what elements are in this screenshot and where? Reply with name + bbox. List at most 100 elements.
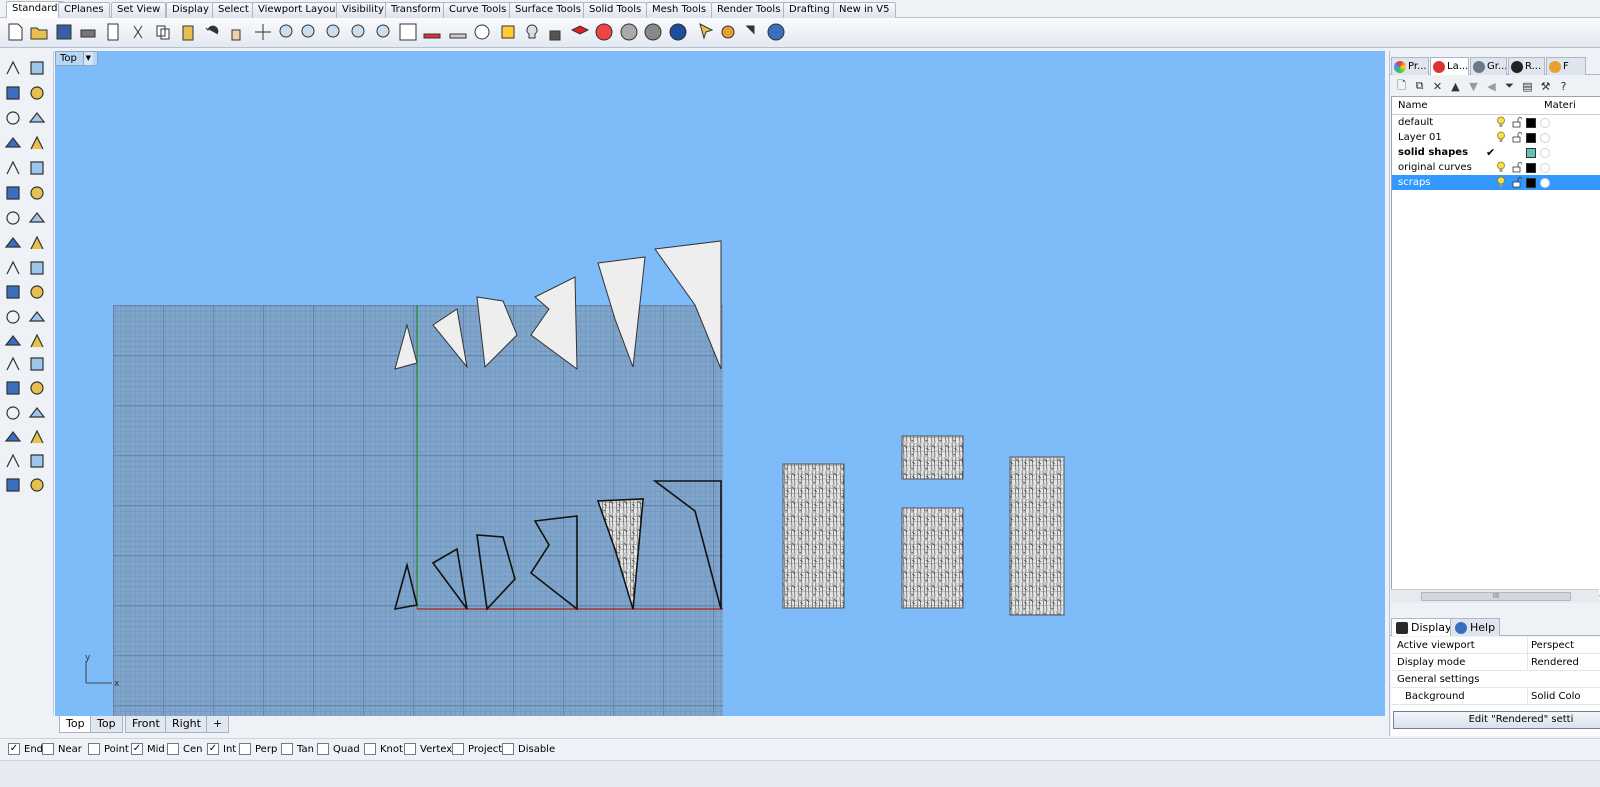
layer-color-swatch[interactable] xyxy=(1526,163,1536,173)
ruler-icon[interactable] xyxy=(26,402,48,424)
osnap-point-checkbox[interactable] xyxy=(88,743,100,755)
polyline-icon[interactable] xyxy=(2,82,24,104)
osnap-mid[interactable]: ✓ Mid xyxy=(131,743,165,755)
display-property-row[interactable]: Background Solid Colo xyxy=(1391,688,1600,705)
panel-tab-display[interactable]: Display xyxy=(1391,618,1457,636)
viewport-canvas[interactable]: y x xyxy=(55,51,1385,716)
box-edit-icon[interactable] xyxy=(2,402,24,424)
viewport-top[interactable]: y x Top ▼ xyxy=(55,51,1385,716)
circle-icon[interactable] xyxy=(2,107,24,129)
box-solid-icon[interactable] xyxy=(2,207,24,229)
undo-view-icon[interactable] xyxy=(373,21,395,43)
layer-stack-icon[interactable] xyxy=(569,21,591,43)
osnap-disable-checkbox[interactable] xyxy=(502,743,514,755)
ellipse-icon[interactable] xyxy=(26,107,48,129)
gear-explode-icon[interactable] xyxy=(2,257,24,279)
toolbar-tab-solid-tools[interactable]: Solid Tools xyxy=(583,2,648,18)
zoom-window-icon[interactable] xyxy=(298,21,320,43)
layers-col-name[interactable]: Name xyxy=(1398,100,1428,111)
layer-unlock-icon[interactable] xyxy=(1512,132,1522,143)
mesh-icon[interactable] xyxy=(26,232,48,254)
osnap-point[interactable]: Point xyxy=(88,743,129,755)
osnap-project[interactable]: Project xyxy=(452,743,502,755)
view-tab-top-1[interactable]: Top xyxy=(90,716,123,733)
panel-tab-rhino-gold[interactable]: R... xyxy=(1508,57,1545,75)
osnap-vertex[interactable]: Vertex xyxy=(404,743,452,755)
dimension-icon[interactable] xyxy=(26,353,48,375)
text-icon[interactable] xyxy=(2,353,24,375)
toolbar-tab-viewport-layout[interactable]: Viewport Layout xyxy=(252,2,346,18)
shaded-sphere-icon[interactable] xyxy=(618,21,640,43)
osnap-mid-checkbox[interactable]: ✓ xyxy=(131,743,143,755)
ghosted-sphere-icon[interactable] xyxy=(642,21,664,43)
tools-icon[interactable]: ⚒ xyxy=(1538,79,1553,94)
osnap-end[interactable]: ✓ End xyxy=(8,743,43,755)
array-icon[interactable] xyxy=(2,377,24,399)
layer-name[interactable]: Layer 01 xyxy=(1398,130,1442,145)
zoom-extents-icon[interactable] xyxy=(323,21,345,43)
layer-row[interactable]: default xyxy=(1392,115,1600,130)
layer-unlock-icon[interactable] xyxy=(1512,117,1522,128)
layer-name[interactable]: scraps xyxy=(1398,175,1431,190)
osnap-near-checkbox[interactable] xyxy=(42,743,54,755)
layer-color-swatch[interactable] xyxy=(1526,178,1536,188)
new-layer-icon[interactable]: 🗋 xyxy=(1394,79,1409,94)
lock-icon[interactable] xyxy=(544,21,566,43)
move-cursor-icon[interactable] xyxy=(741,21,763,43)
delete-layer-icon[interactable]: ✕ xyxy=(1430,79,1445,94)
cut-icon[interactable] xyxy=(127,21,149,43)
layer-name[interactable]: solid shapes xyxy=(1398,145,1468,160)
osnap-int-checkbox[interactable]: ✓ xyxy=(207,743,219,755)
curve-control-points-icon[interactable] xyxy=(26,82,48,104)
group-icon[interactable] xyxy=(2,306,24,328)
help-icon[interactable]: ? xyxy=(1556,79,1571,94)
move-down-icon[interactable]: ▼ xyxy=(1466,79,1481,94)
surface-patch-icon[interactable] xyxy=(2,182,24,204)
toolbar-tab-set-view[interactable]: Set View xyxy=(111,2,167,18)
layer-material-icon[interactable] xyxy=(1540,148,1550,158)
copy-icon[interactable] xyxy=(152,21,174,43)
layer-visible-bulb-icon[interactable] xyxy=(1496,116,1506,128)
snap-target-icon[interactable] xyxy=(471,21,493,43)
view-tab-top-0[interactable]: Top xyxy=(59,716,92,733)
scrap-blocks[interactable] xyxy=(782,435,1065,616)
osnap-quad[interactable]: Quad xyxy=(317,743,360,755)
material-icon[interactable] xyxy=(26,474,48,496)
new-file-icon[interactable] xyxy=(4,21,26,43)
pan-hand-icon[interactable] xyxy=(225,21,247,43)
display-property-value[interactable]: Rendered xyxy=(1531,654,1579,670)
rotate-view-icon[interactable] xyxy=(252,21,274,43)
osnap-tan-checkbox[interactable] xyxy=(281,743,293,755)
blend-icon[interactable] xyxy=(26,330,48,352)
layer-material-icon[interactable] xyxy=(1540,163,1550,173)
four-viewports-icon[interactable] xyxy=(397,21,419,43)
toolbar-tab-surface-tools[interactable]: Surface Tools xyxy=(509,2,587,18)
align-icon[interactable] xyxy=(26,377,48,399)
layer-material-icon[interactable] xyxy=(1540,178,1550,188)
layer-unlock-icon[interactable] xyxy=(1512,177,1522,188)
split-icon[interactable] xyxy=(26,281,48,303)
osnap-disable[interactable]: Disable xyxy=(502,743,555,755)
layer-visible-bulb-icon[interactable] xyxy=(1496,131,1506,143)
gear-options-icon[interactable] xyxy=(717,21,739,43)
osnap-cen[interactable]: Cen xyxy=(167,743,202,755)
print-icon[interactable] xyxy=(77,21,99,43)
layer-color-swatch[interactable] xyxy=(1526,148,1536,158)
toolbar-tab-curve-tools[interactable]: Curve Tools xyxy=(443,2,513,18)
extrude-curve-icon[interactable] xyxy=(26,182,48,204)
osnap-project-checkbox[interactable] xyxy=(452,743,464,755)
toolbar-tab-cplanes[interactable]: CPlanes xyxy=(58,2,110,18)
explode-icon[interactable] xyxy=(26,257,48,279)
history-icon[interactable] xyxy=(2,450,24,472)
osnap-perp[interactable]: Perp xyxy=(239,743,277,755)
layer-material-icon[interactable] xyxy=(1540,118,1550,128)
view-tab-right-3[interactable]: Right xyxy=(165,716,208,733)
scrollbar-thumb[interactable]: III xyxy=(1421,592,1571,601)
toolbar-tab-visibility[interactable]: Visibility xyxy=(336,2,390,18)
render-shape-icon[interactable] xyxy=(2,474,24,496)
layer-visible-bulb-icon[interactable] xyxy=(1496,176,1506,188)
layer-name[interactable]: default xyxy=(1398,115,1433,130)
panel-tab-layers[interactable]: La... xyxy=(1430,57,1469,75)
select-arrow-icon[interactable] xyxy=(2,57,24,79)
display-property-value[interactable]: Perspect xyxy=(1531,637,1574,653)
